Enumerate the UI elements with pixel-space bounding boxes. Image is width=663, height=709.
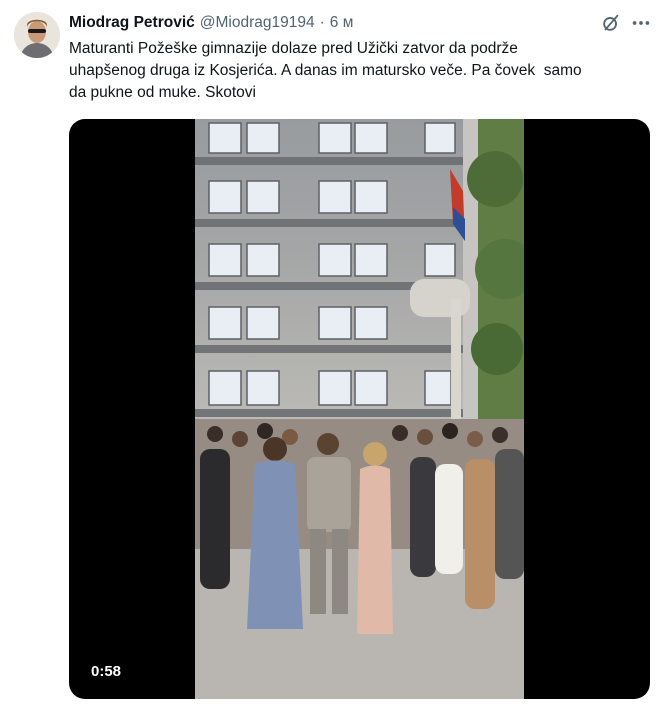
tweet-header: Miodrag Petrović @Miodrag19194 · 6 м [69, 13, 353, 33]
video-thumbnail [195, 119, 524, 699]
author-name[interactable]: Miodrag Petrović [69, 14, 195, 32]
video-scene-image [195, 119, 524, 699]
video-player[interactable]: 0:58 [69, 119, 650, 699]
avatar[interactable] [14, 12, 60, 58]
author-handle[interactable]: @Miodrag19194 [200, 14, 315, 32]
more-horizontal-icon[interactable] [630, 12, 652, 34]
separator-dot: · [319, 14, 325, 31]
avatar-image [14, 12, 60, 58]
video-duration-badge: 0:58 [85, 661, 128, 682]
tweet-time[interactable]: 6 м [330, 14, 354, 32]
grok-icon[interactable] [600, 12, 622, 34]
tweet-text: Maturanti Požeške gimnazije dolaze pred … [69, 40, 582, 101]
